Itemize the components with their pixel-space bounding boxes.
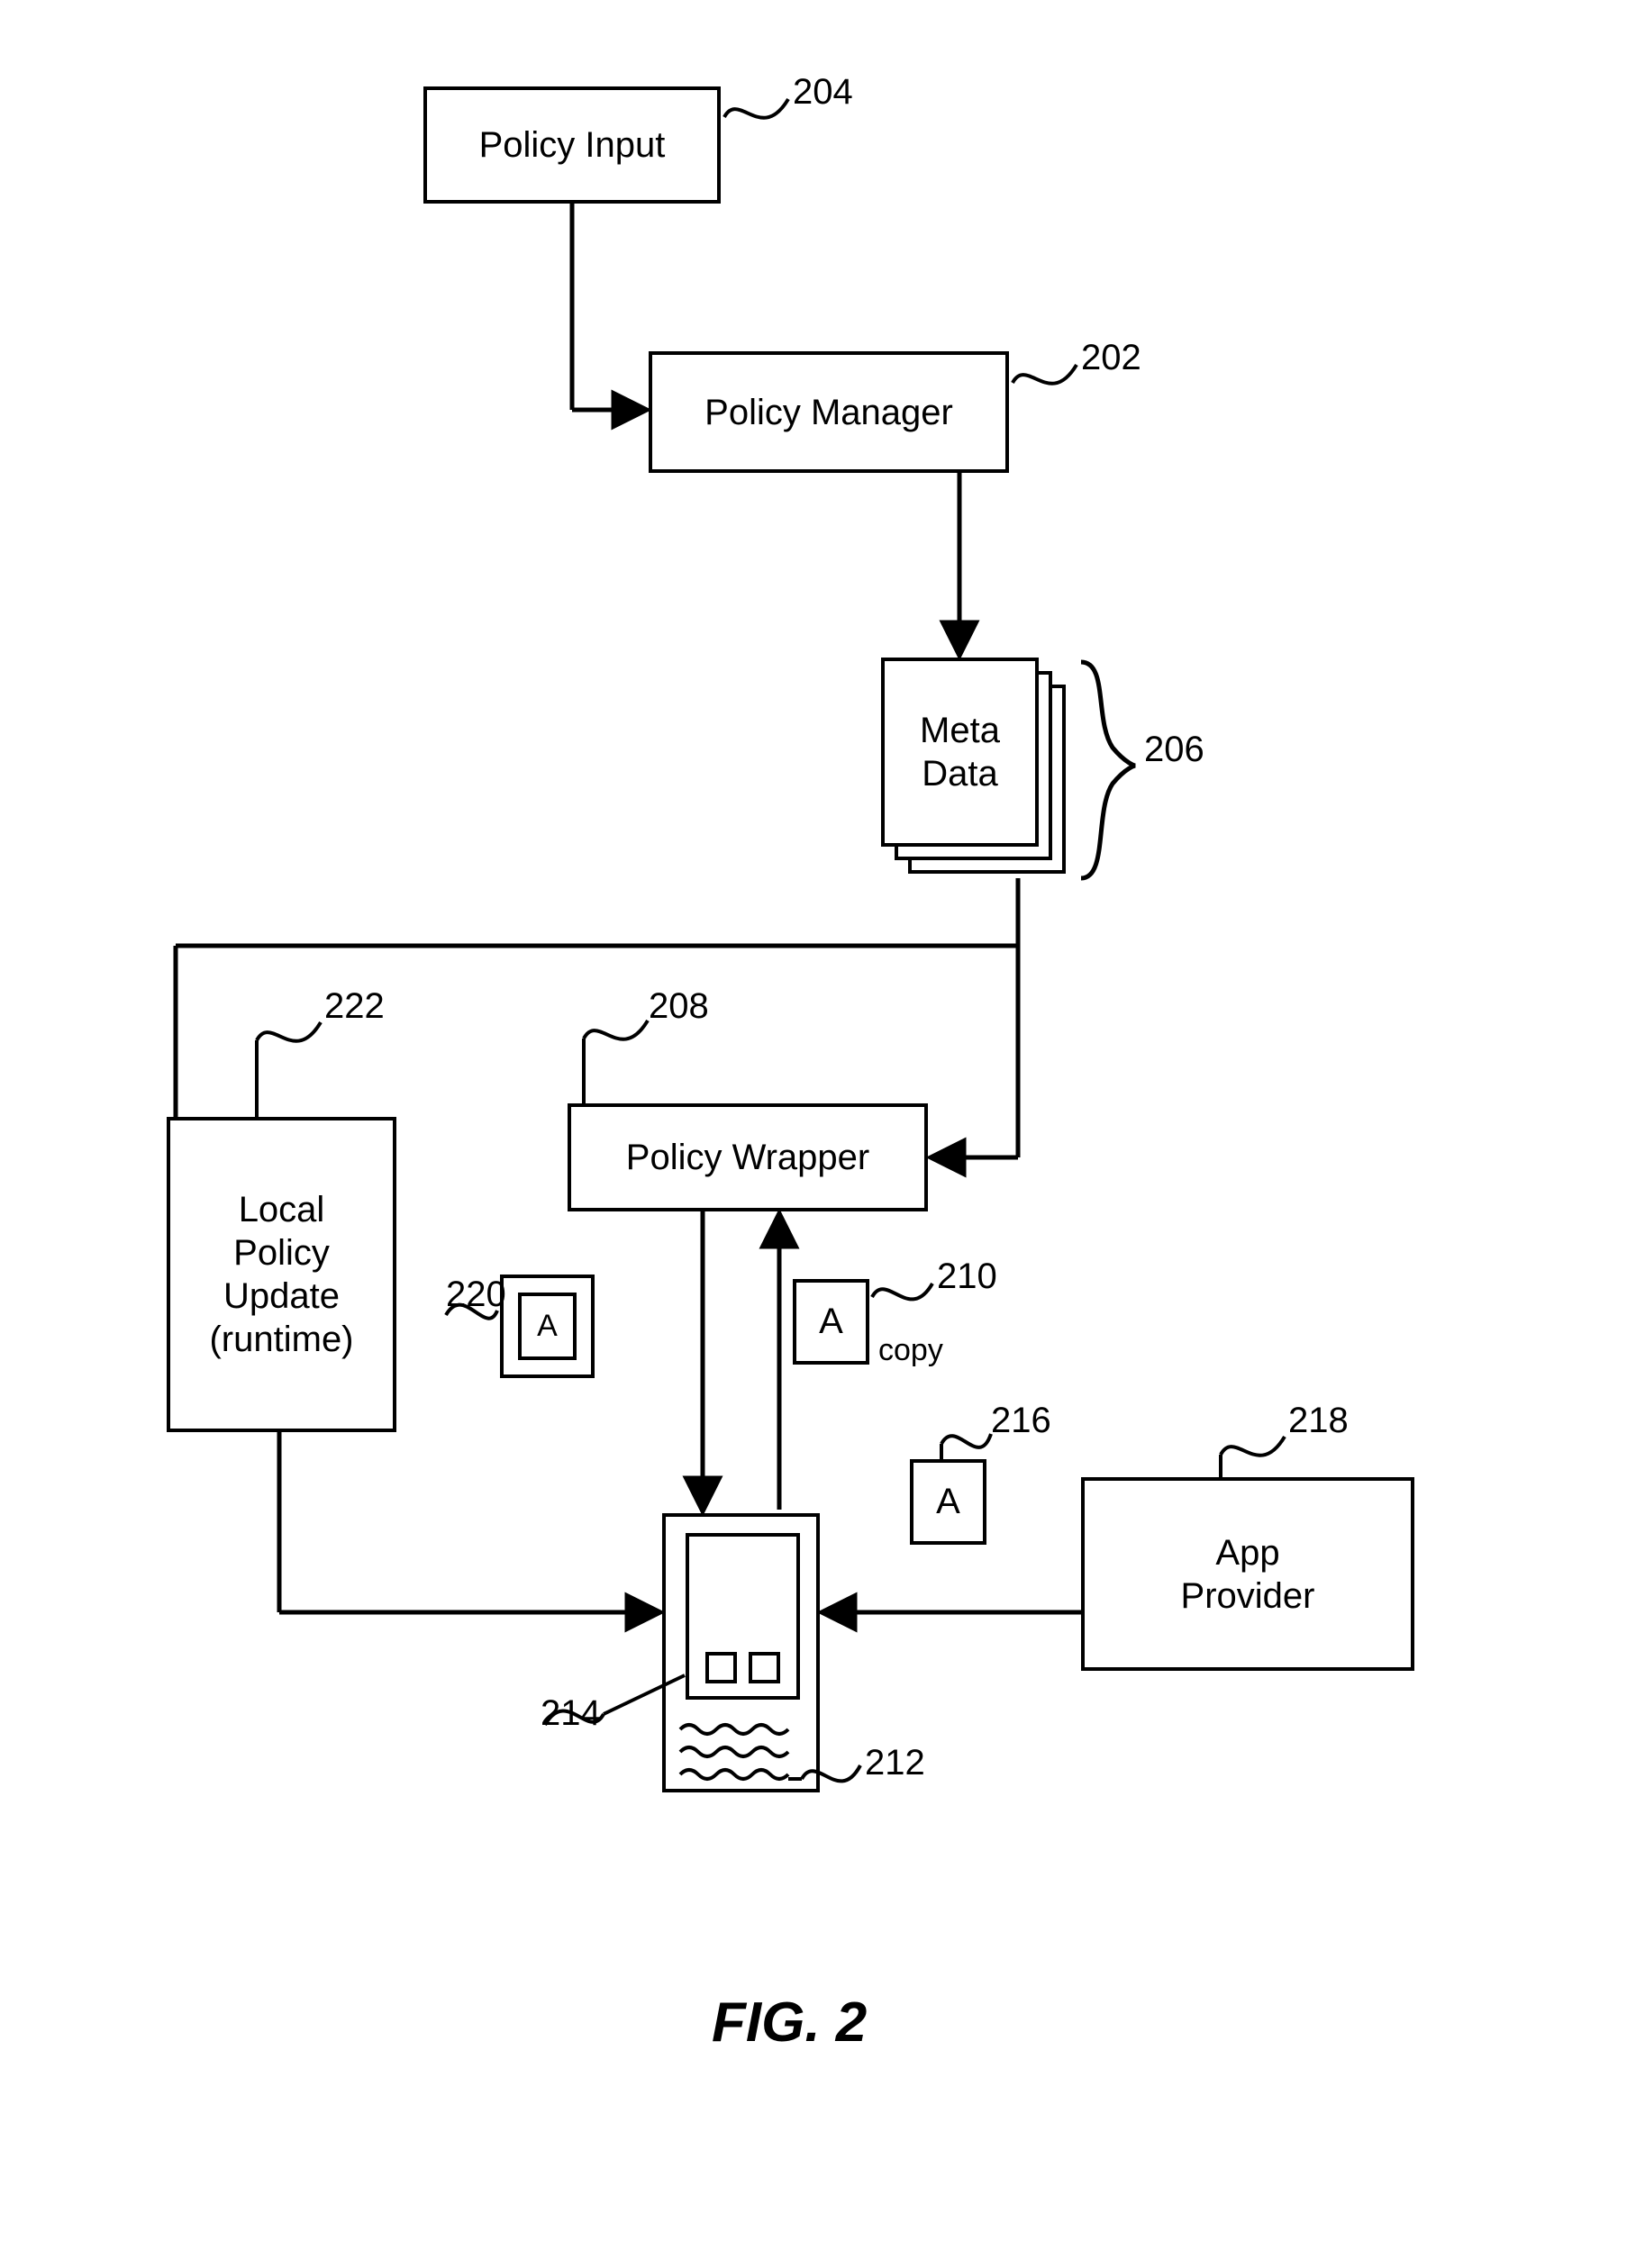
policy-input-box: Policy Input: [423, 86, 721, 204]
local-policy-update-box: Local Policy Update (runtime): [167, 1117, 396, 1432]
policy-manager-label: Policy Manager: [704, 391, 953, 434]
wrapped-app-letter: A: [537, 1309, 558, 1344]
policy-wrapper-label: Policy Wrapper: [626, 1136, 869, 1179]
app-copy-icon: A: [793, 1279, 869, 1365]
app-copy-letter: A: [819, 1302, 843, 1342]
wrapped-app-icon: A: [500, 1275, 595, 1378]
app-provider-label: App Provider: [1181, 1531, 1315, 1618]
app-copy-ref: 210: [937, 1256, 997, 1297]
device-screen-ref: 214: [541, 1693, 601, 1734]
local-policy-update-ref: 222: [324, 986, 385, 1027]
app-provider-box: App Provider: [1081, 1477, 1414, 1671]
downloaded-app-letter: A: [936, 1482, 960, 1522]
meta-data-box: Meta Data: [881, 658, 1039, 847]
policy-wrapper-box: Policy Wrapper: [568, 1103, 928, 1211]
downloaded-app-icon: A: [910, 1459, 986, 1545]
meta-data-label: Meta Data: [920, 709, 1000, 795]
wrapped-app-ref: 220: [446, 1275, 506, 1315]
downloaded-app-ref: 216: [991, 1401, 1051, 1441]
device-ref: 212: [865, 1743, 925, 1783]
policy-input-label: Policy Input: [479, 123, 666, 167]
policy-manager-ref: 202: [1081, 338, 1141, 378]
policy-wrapper-ref: 208: [649, 986, 709, 1027]
app-copy-copy-label: copy: [878, 1333, 943, 1368]
policy-manager-box: Policy Manager: [649, 351, 1009, 473]
local-policy-update-label: Local Policy Update (runtime): [209, 1188, 353, 1361]
app-provider-ref: 218: [1288, 1401, 1349, 1441]
mobile-device: [662, 1513, 820, 1792]
policy-input-ref: 204: [793, 72, 853, 113]
device-app-square-2: [749, 1652, 780, 1683]
device-app-square-1: [705, 1652, 737, 1683]
device-screen: [686, 1533, 800, 1700]
figure-label: FIG. 2: [712, 1991, 867, 2055]
meta-data-ref: 206: [1144, 730, 1204, 770]
